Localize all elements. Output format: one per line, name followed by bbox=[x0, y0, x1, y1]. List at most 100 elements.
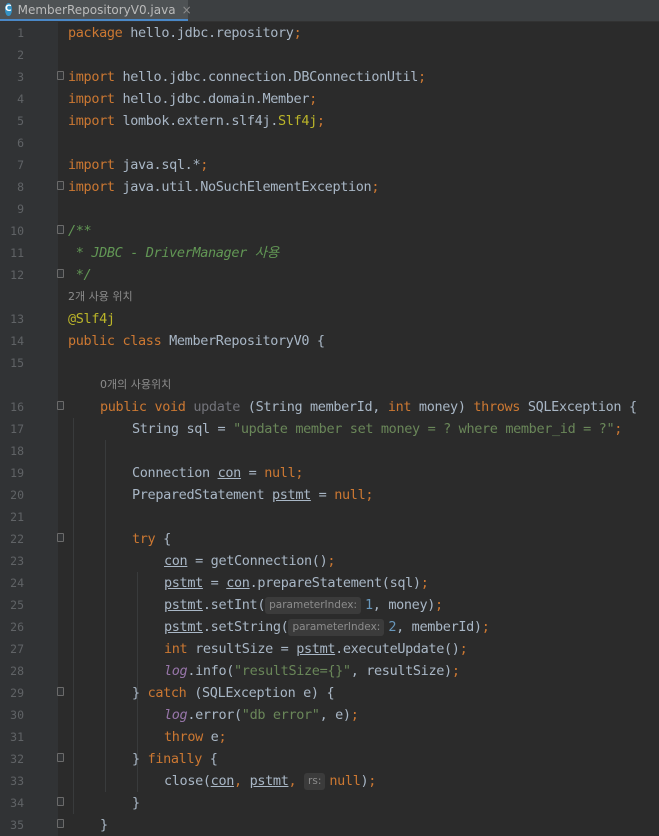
line-number: 14 bbox=[10, 334, 24, 348]
tab-member-repository-v0[interactable]: C MemberRepositoryV0.java × bbox=[0, 0, 192, 21]
semicolon: ; bbox=[218, 729, 227, 745]
operator: = bbox=[202, 575, 227, 591]
keyword: class bbox=[122, 333, 162, 349]
fold-toggle-icon[interactable] bbox=[57, 533, 64, 542]
class-usages-hint[interactable]: 2개 사용 위치 bbox=[68, 286, 133, 308]
import-path: hello.jdbc.connection.DBConnectionUtil bbox=[114, 69, 419, 85]
string-literal: "resultSize={}" bbox=[234, 663, 351, 679]
line-number: 27 bbox=[10, 642, 24, 656]
line-number: 32 bbox=[10, 752, 24, 766]
code-line-32: 32 } finally { bbox=[0, 748, 659, 770]
line-number: 8 bbox=[17, 180, 24, 194]
line-number: 18 bbox=[10, 444, 24, 458]
editor-tab-bar: C MemberRepositoryV0.java × bbox=[0, 0, 659, 22]
line-number: 19 bbox=[10, 466, 24, 480]
brace: } bbox=[132, 685, 148, 701]
code-line-31: 31 throw e; bbox=[0, 726, 659, 748]
fold-toggle-icon[interactable] bbox=[57, 687, 64, 696]
line-number: 31 bbox=[10, 730, 24, 744]
keyword: finally bbox=[147, 751, 203, 767]
number-literal: 1 bbox=[365, 597, 373, 613]
line-number: 6 bbox=[17, 136, 24, 150]
method-params: (String memberId, bbox=[240, 399, 388, 415]
code-line-15: 15 bbox=[0, 352, 659, 374]
method-call: = getConnection() bbox=[187, 553, 328, 569]
semicolon: ; bbox=[309, 91, 317, 107]
variable: pstmt bbox=[249, 773, 289, 789]
keyword: int bbox=[387, 399, 412, 415]
method-usages-hint[interactable]: 0개의 사용위치 bbox=[100, 374, 171, 396]
import-path: java.util.NoSuchElementException bbox=[114, 179, 372, 195]
code-line-27: 27 int resultSize = pstmt.executeUpdate(… bbox=[0, 638, 659, 660]
semicolon: ; bbox=[614, 421, 623, 437]
code-line-4: 4 import hello.jdbc.domain.Member; bbox=[0, 88, 659, 110]
fold-toggle-icon[interactable] bbox=[57, 401, 64, 410]
keyword: import bbox=[68, 91, 115, 107]
line-number: 24 bbox=[10, 576, 24, 590]
keyword: import bbox=[68, 157, 115, 173]
line-number: 2 bbox=[17, 48, 24, 62]
fold-toggle-icon[interactable] bbox=[57, 819, 64, 828]
code-line-30: 30 log.error("db error", e); bbox=[0, 704, 659, 726]
fold-toggle-icon[interactable] bbox=[57, 269, 64, 278]
javadoc-comment: /** bbox=[68, 223, 92, 239]
line-number: 9 bbox=[17, 202, 24, 216]
fold-toggle-icon[interactable] bbox=[57, 797, 64, 806]
code-line-14: 14 public class MemberRepositoryV0 { bbox=[0, 330, 659, 352]
code-line-24: 24 pstmt = con.prepareStatement(sql); bbox=[0, 572, 659, 594]
operator: = bbox=[310, 487, 335, 503]
variable: pstmt bbox=[296, 641, 336, 657]
method-args: , money) bbox=[372, 597, 436, 613]
semicolon: ; bbox=[451, 663, 460, 679]
close-icon[interactable]: × bbox=[182, 3, 192, 17]
java-class-icon: C bbox=[5, 3, 12, 16]
line-number: 29 bbox=[10, 686, 24, 700]
fold-toggle-icon[interactable] bbox=[57, 225, 64, 234]
keyword: null bbox=[334, 487, 366, 503]
code-line-13: 13 @Slf4j bbox=[0, 308, 659, 330]
keyword: null bbox=[264, 465, 296, 481]
code-line-2: 2 bbox=[0, 44, 659, 66]
javadoc-comment: * JDBC - DriverManager 사용 bbox=[68, 245, 279, 261]
variable-declaration: resultSize = bbox=[187, 641, 297, 657]
code-line-6: 6 bbox=[0, 132, 659, 154]
line-number: 20 bbox=[10, 488, 24, 502]
keyword: try bbox=[132, 531, 156, 547]
brace: } bbox=[132, 751, 148, 767]
brace: } bbox=[132, 795, 140, 811]
semicolon: ; bbox=[459, 641, 468, 657]
code-line-29: 29 } catch (SQLException e) { bbox=[0, 682, 659, 704]
parameter-hint: parameterIndex: bbox=[265, 597, 362, 614]
method-args: , memberId) bbox=[396, 619, 482, 635]
semicolon: ; bbox=[327, 553, 336, 569]
semicolon: ; bbox=[371, 179, 380, 195]
code-line-26: 26 pstmt.setString(parameterIndex: 2, mem… bbox=[0, 616, 659, 638]
method-args: , resultSize) bbox=[350, 663, 452, 679]
line-number: 28 bbox=[10, 664, 24, 678]
code-line-34: 34 } bbox=[0, 792, 659, 814]
method-call: .prepareStatement(sql) bbox=[249, 575, 421, 591]
line-number: 4 bbox=[17, 92, 24, 106]
line-number: 12 bbox=[10, 268, 24, 282]
line-number: 34 bbox=[10, 796, 24, 810]
method-call: .setInt( bbox=[202, 597, 266, 613]
variable-declaration: String sql = bbox=[132, 421, 234, 437]
method-args: , e) bbox=[319, 707, 351, 723]
code-line-11: 11 * JDBC - DriverManager 사용 bbox=[0, 242, 659, 264]
type-name: PreparedStatement bbox=[132, 487, 272, 503]
semicolon: ; bbox=[295, 465, 304, 481]
code-line-20: 20 PreparedStatement pstmt = null; bbox=[0, 484, 659, 506]
code-line-12: 12 */ bbox=[0, 264, 659, 286]
fold-toggle-icon[interactable] bbox=[57, 181, 64, 190]
fold-toggle-icon[interactable] bbox=[57, 753, 64, 762]
semicolon: ; bbox=[365, 487, 374, 503]
fold-toggle-icon[interactable] bbox=[57, 71, 64, 80]
code-line-18: 18 bbox=[0, 440, 659, 462]
variable: pstmt bbox=[272, 487, 311, 503]
exception-type: SQLException { bbox=[520, 399, 637, 415]
code-editor[interactable]: 1 package hello.jdbc.repository; 2 3 imp… bbox=[0, 22, 659, 836]
keyword: import bbox=[68, 113, 115, 129]
code-line-28: 28 log.info("resultSize={}", resultSize)… bbox=[0, 660, 659, 682]
semicolon: ; bbox=[368, 773, 377, 789]
type-name: Connection bbox=[132, 465, 218, 481]
